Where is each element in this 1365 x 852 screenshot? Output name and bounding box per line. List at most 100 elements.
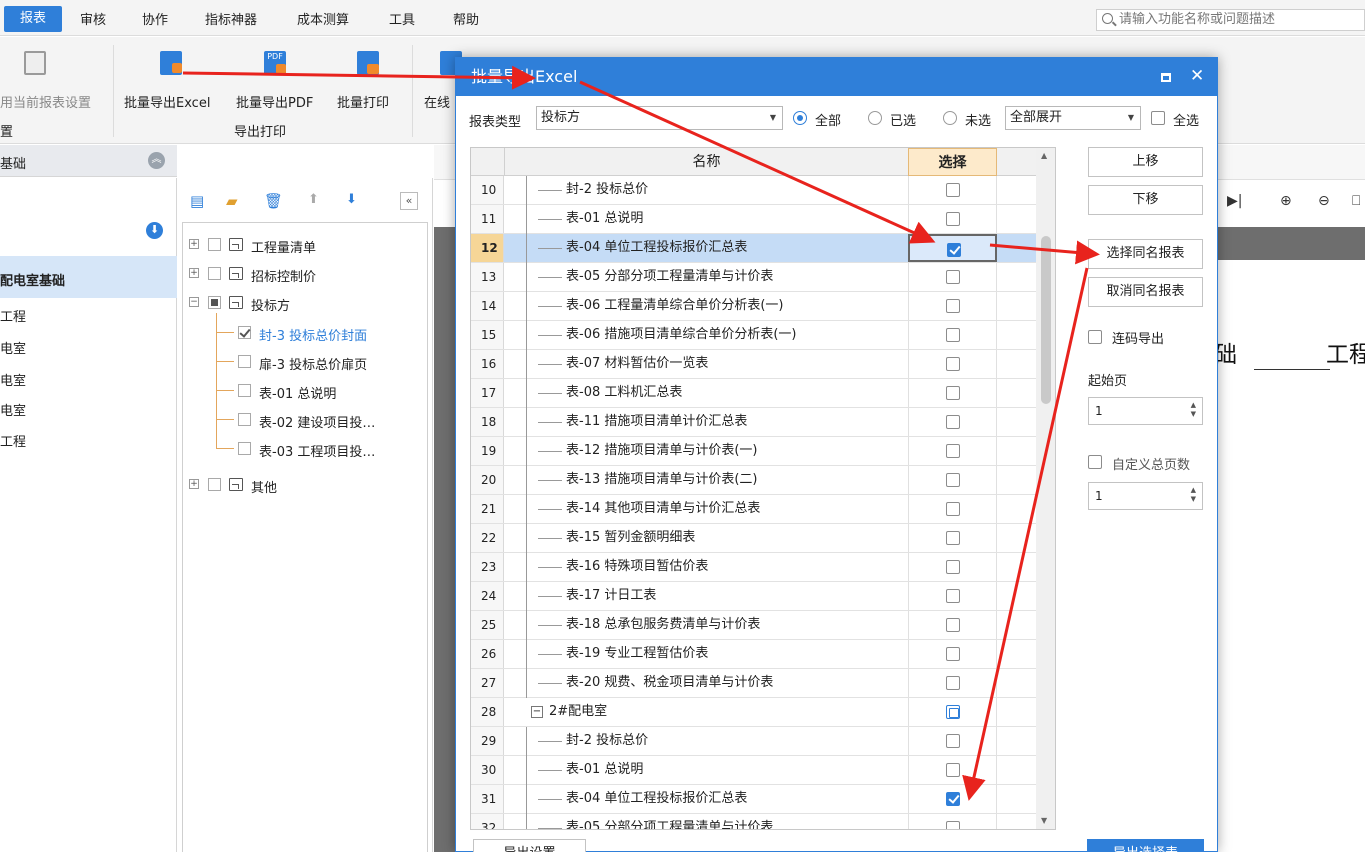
export-settings-button[interactable]: 导出设置 <box>473 839 586 852</box>
table-row[interactable]: 29 封-2 投标总价 <box>471 727 1049 756</box>
collapse-icon[interactable]: − <box>531 706 543 718</box>
row-checkbox[interactable] <box>946 618 960 632</box>
stepper-arrows-icon[interactable]: ▲ ▼ <box>1191 401 1196 419</box>
download-circle-icon[interactable]: ⬇ <box>146 222 163 239</box>
row-checkbox[interactable] <box>946 705 960 719</box>
row-checkbox[interactable] <box>946 444 960 458</box>
menu-audit[interactable]: 审核 <box>80 9 106 28</box>
radio-unselected[interactable] <box>943 111 957 125</box>
scroll-up-icon[interactable]: ▲ <box>1041 151 1047 160</box>
row-checkbox[interactable] <box>946 328 960 342</box>
tree-node[interactable]: 表-03 工程项目投… <box>259 441 375 460</box>
move-down-icon[interactable]: ⬇ <box>346 192 357 207</box>
menu-cost-calc[interactable]: 成本测算 <box>297 9 349 28</box>
last-page-icon[interactable]: ▶| <box>1227 193 1242 209</box>
row-checkbox[interactable] <box>946 531 960 545</box>
table-row[interactable]: 10 封-2 投标总价 <box>471 176 1049 205</box>
collapse-icon[interactable]: − <box>189 297 199 307</box>
tree-node[interactable]: 投标方 <box>251 295 290 314</box>
menu-help[interactable]: 帮助 <box>453 9 479 28</box>
tree-node-selected[interactable]: 封-3 投标总价封面 <box>259 325 367 344</box>
row-checkbox[interactable] <box>946 183 960 197</box>
project-item[interactable]: 工程 <box>0 431 26 450</box>
row-checkbox[interactable] <box>946 473 960 487</box>
maximize-icon[interactable] <box>1161 73 1171 82</box>
collapse-panel-icon[interactable]: « <box>400 192 418 210</box>
table-row[interactable]: 11 表-01 总说明 <box>471 205 1049 234</box>
tree-node[interactable]: 扉-3 投标总价扉页 <box>259 354 367 373</box>
row-checkbox[interactable] <box>946 734 960 748</box>
row-checkbox[interactable] <box>946 415 960 429</box>
scrollbar-thumb[interactable] <box>1041 236 1051 404</box>
menu-tools[interactable]: 工具 <box>389 9 415 28</box>
row-checkbox[interactable] <box>947 243 961 257</box>
close-icon[interactable]: ✕ <box>1190 66 1204 86</box>
tree-checkbox[interactable] <box>208 478 221 491</box>
row-checkbox[interactable] <box>946 299 960 313</box>
tree-node[interactable]: 工程量清单 <box>251 237 316 256</box>
tree-checkbox[interactable] <box>238 355 251 368</box>
start-page-stepper[interactable]: 1 ▲ ▼ <box>1088 397 1203 425</box>
table-row[interactable]: 28 −2#配电室 <box>471 698 1049 727</box>
apply-current-settings-button[interactable]: 用当前报表设置 <box>0 92 91 111</box>
radio-all[interactable] <box>793 111 807 125</box>
fit-page-icon[interactable]: ⎕ <box>1352 193 1360 209</box>
tree-checkbox[interactable] <box>238 384 251 397</box>
expand-icon[interactable]: + <box>189 268 199 278</box>
row-checkbox[interactable] <box>946 589 960 603</box>
tree-checkbox[interactable] <box>208 238 221 251</box>
stepper-arrows-icon[interactable]: ▲ ▼ <box>1191 486 1196 504</box>
expand-select[interactable]: 全部展开 ▼ <box>1005 106 1141 130</box>
zoom-in-icon[interactable]: ⊕ <box>1280 193 1292 209</box>
table-row[interactable]: 26 表-19 专业工程暂估价表 <box>471 640 1049 669</box>
row-checkbox[interactable] <box>946 821 960 829</box>
tree-checkbox-partial[interactable] <box>208 296 221 309</box>
move-up-button[interactable]: 上移 <box>1088 147 1203 177</box>
row-checkbox[interactable] <box>946 647 960 661</box>
online-button[interactable]: 在线 <box>424 92 450 111</box>
project-item[interactable]: 电室 <box>0 338 26 357</box>
row-checkbox[interactable] <box>946 763 960 777</box>
add-folder-icon[interactable]: ▰ <box>226 192 238 210</box>
table-row[interactable]: 30 表-01 总说明 <box>471 756 1049 785</box>
grid-scrollbar[interactable]: ▲ ▼ <box>1036 147 1056 830</box>
table-row[interactable]: 32 表-05 分部分项工程量清单与计价表 <box>471 814 1049 829</box>
table-row[interactable]: 13 表-05 分部分项工程量清单与计价表 <box>471 263 1049 292</box>
tree-checkbox[interactable] <box>238 413 251 426</box>
menu-collab[interactable]: 协作 <box>142 9 168 28</box>
table-row[interactable]: 18 表-11 措施项目清单计价汇总表 <box>471 408 1049 437</box>
table-row[interactable]: 25 表-18 总承包服务费清单与计价表 <box>471 611 1049 640</box>
table-row[interactable]: 23 表-16 特殊项目暂估价表 <box>471 553 1049 582</box>
table-row[interactable]: 21 表-14 其他项目清单与计价汇总表 <box>471 495 1049 524</box>
move-up-icon[interactable]: ⬆ <box>308 192 319 207</box>
batch-export-pdf-button[interactable]: 批量导出PDF <box>236 92 313 111</box>
custom-total-pages-checkbox[interactable] <box>1088 455 1102 469</box>
menu-index-tool[interactable]: 指标神器 <box>205 9 257 28</box>
project-item[interactable]: 工程 <box>0 306 26 325</box>
table-row[interactable]: 24 表-17 计日工表 <box>471 582 1049 611</box>
export-selected-button[interactable]: 导出选择表 <box>1087 839 1204 852</box>
scroll-down-icon[interactable]: ▼ <box>1041 816 1047 825</box>
tree-node[interactable]: 招标控制价 <box>251 266 316 285</box>
tree-checkbox[interactable] <box>238 442 251 455</box>
zoom-out-icon[interactable]: ⊖ <box>1318 193 1330 209</box>
table-row[interactable]: 22 表-15 暂列金额明细表 <box>471 524 1049 553</box>
table-row[interactable]: 16 表-07 材料暂估价一览表 <box>471 350 1049 379</box>
table-row[interactable]: 17 表-08 工料机汇总表 <box>471 379 1049 408</box>
project-item-selected[interactable]: 配电室基础 <box>0 270 65 289</box>
cancel-same-name-button[interactable]: 取消同名报表 <box>1088 277 1203 307</box>
table-row[interactable]: 14 表-06 工程量清单综合单价分析表(一) <box>471 292 1049 321</box>
row-checkbox[interactable] <box>946 560 960 574</box>
row-checkbox[interactable] <box>946 502 960 516</box>
collapse-up-icon[interactable]: ︽ <box>148 152 165 169</box>
continuous-export-checkbox[interactable] <box>1088 330 1102 344</box>
row-checkbox[interactable] <box>946 270 960 284</box>
move-down-button[interactable]: 下移 <box>1088 185 1203 215</box>
radio-selected[interactable] <box>868 111 882 125</box>
select-same-name-button[interactable]: 选择同名报表 <box>1088 239 1203 269</box>
project-item[interactable]: 电室 <box>0 400 26 419</box>
row-checkbox[interactable] <box>946 357 960 371</box>
row-checkbox[interactable] <box>946 792 960 806</box>
table-row[interactable]: 27 表-20 规费、税金项目清单与计价表 <box>471 669 1049 698</box>
menu-report[interactable]: 报表 <box>4 6 62 32</box>
